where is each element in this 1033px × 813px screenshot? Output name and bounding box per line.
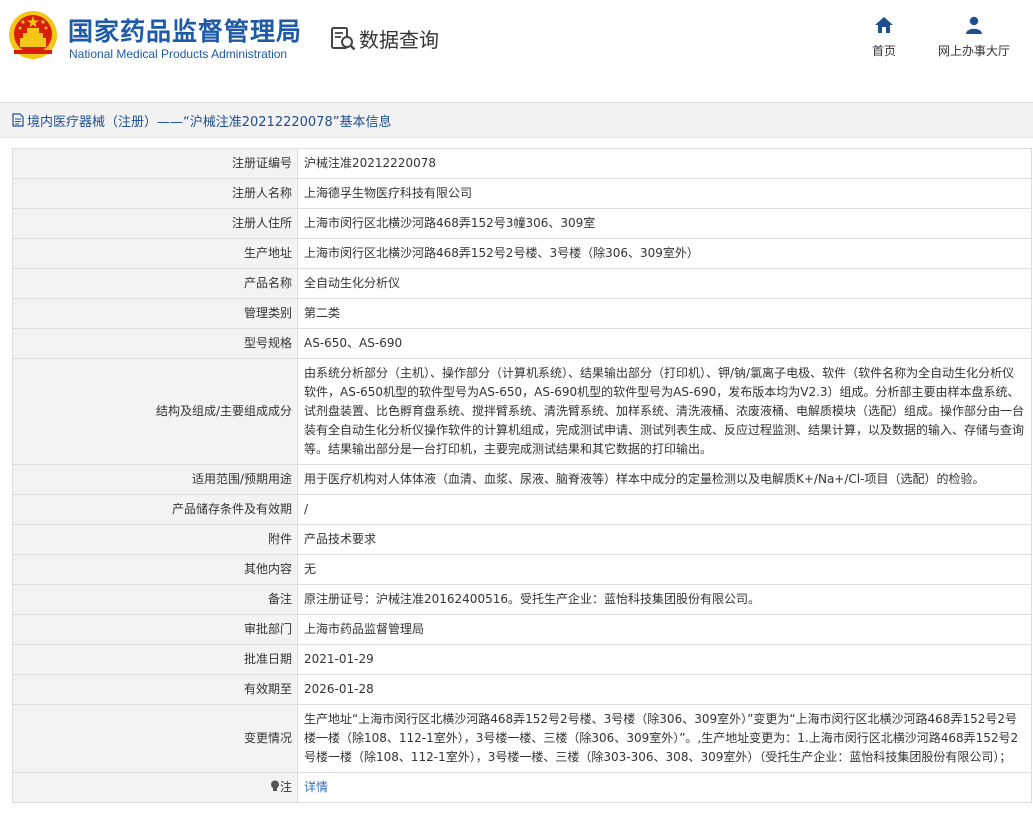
- site-header: 国家药品监督管理局 National Medical Products Admi…: [0, 0, 1033, 92]
- row-label: 产品储存条件及有效期: [12, 494, 298, 525]
- row-value: 2026-01-28: [297, 674, 1032, 705]
- row-value: 原注册证号：沪械注准20162400516。受托生产企业：蓝怡科技集团股份有限公…: [297, 584, 1032, 615]
- table-row: 有效期至 2026-01-28: [12, 674, 1032, 705]
- row-value: /: [297, 494, 1032, 525]
- breadcrumb-bar: 境内医疗器械（注册）——“沪械注准20212220078”基本信息: [0, 102, 1033, 138]
- row-value: 全自动生化分析仪: [297, 268, 1032, 299]
- table-row: 产品名称 全自动生化分析仪: [12, 268, 1032, 299]
- note-row: 注 详情: [12, 772, 1032, 803]
- row-value: 无: [297, 554, 1032, 585]
- row-value: 生产地址“上海市闵行区北横沙河路468弄152号2号楼、3号楼（除306、309…: [297, 704, 1032, 773]
- table-row: 变更情况 生产地址“上海市闵行区北横沙河路468弄152号2号楼、3号楼（除30…: [12, 704, 1032, 773]
- row-value: 产品技术要求: [297, 524, 1032, 555]
- row-value: 上海市药品监督管理局: [297, 614, 1032, 645]
- row-value: 上海德孚生物医疗科技有限公司: [297, 178, 1032, 209]
- data-query-label: 数据查询: [359, 28, 439, 52]
- table-row: 注册人住所 上海市闵行区北横沙河路468弄152号3幢306、309室: [12, 208, 1032, 239]
- table-row: 审批部门 上海市药品监督管理局: [12, 614, 1032, 645]
- row-label: 其他内容: [12, 554, 298, 585]
- national-emblem-icon: [9, 11, 57, 59]
- user-icon: [966, 16, 982, 34]
- agency-name-en[interactable]: National Medical Products Administration: [69, 47, 287, 61]
- table-row: 结构及组成/主要组成成分 由系统分析部分（主机）、操作部分（计算机系统）、结果输…: [12, 358, 1032, 465]
- row-value: AS-650、AS-690: [297, 328, 1032, 359]
- row-label: 备注: [12, 584, 298, 615]
- table-row: 批准日期 2021-01-29: [12, 644, 1032, 675]
- table-row: 产品储存条件及有效期 /: [12, 494, 1032, 525]
- table-row: 备注 原注册证号：沪械注准20162400516。受托生产企业：蓝怡科技集团股份…: [12, 584, 1032, 615]
- table-row: 生产地址 上海市闵行区北横沙河路468弄152号2号楼、3号楼（除306、309…: [12, 238, 1032, 269]
- table-row: 注册人名称 上海德孚生物医疗科技有限公司: [12, 178, 1032, 209]
- nav-home-label[interactable]: 首页: [872, 42, 896, 59]
- row-label: 变更情况: [12, 704, 298, 773]
- note-value-cell: 详情: [297, 772, 1032, 803]
- table-row: 型号规格 AS-650、AS-690: [12, 328, 1032, 359]
- bulb-icon: [270, 780, 279, 791]
- nav-home-button[interactable]: 首页: [872, 16, 896, 59]
- table-row: 适用范围/预期用途 用于医疗机构对人体体液（血清、血浆、尿液、脑脊液等）样本中成…: [12, 464, 1032, 495]
- row-label: 有效期至: [12, 674, 298, 705]
- row-value: 用于医疗机构对人体体液（血清、血浆、尿液、脑脊液等）样本中成分的定量检测以及电解…: [297, 464, 1032, 495]
- row-value: 上海市闵行区北横沙河路468弄152号2号楼、3号楼（除306、309室外）: [297, 238, 1032, 269]
- row-value: 上海市闵行区北横沙河路468弄152号3幢306、309室: [297, 208, 1032, 239]
- data-query-title: 数据查询: [330, 24, 439, 53]
- agency-name-cn[interactable]: 国家药品监督管理局: [68, 12, 302, 48]
- home-icon: [875, 17, 893, 33]
- row-value: 第二类: [297, 298, 1032, 329]
- row-label: 管理类别: [12, 298, 298, 329]
- note-label: 注: [279, 780, 292, 794]
- row-label: 产品名称: [12, 268, 298, 299]
- nav-online-service-button[interactable]: 网上办事大厅: [938, 16, 1010, 59]
- document-icon: [12, 113, 24, 127]
- detail-link[interactable]: 详情: [304, 780, 328, 794]
- row-label: 注册人住所: [12, 208, 298, 239]
- table-row: 其他内容 无: [12, 554, 1032, 585]
- row-label: 适用范围/预期用途: [12, 464, 298, 495]
- table-row: 注册证编号 沪械注准20212220078: [12, 148, 1032, 179]
- nav-online-service-label[interactable]: 网上办事大厅: [938, 42, 1010, 59]
- table-row: 管理类别 第二类: [12, 298, 1032, 329]
- row-value: 2021-01-29: [297, 644, 1032, 675]
- row-label: 批准日期: [12, 644, 298, 675]
- table-row: 附件 产品技术要求: [12, 524, 1032, 555]
- breadcrumb: 境内医疗器械（注册）——“沪械注准20212220078”基本信息: [27, 114, 392, 130]
- row-value: 由系统分析部分（主机）、操作部分（计算机系统）、结果输出部分（打印机）、钾/钠/…: [297, 358, 1032, 465]
- row-label: 型号规格: [12, 328, 298, 359]
- row-label: 生产地址: [12, 238, 298, 269]
- row-label: 注册证编号: [12, 148, 298, 179]
- row-label: 结构及组成/主要组成成分: [12, 358, 298, 465]
- data-query-icon: [331, 26, 356, 50]
- row-value: 沪械注准20212220078: [297, 148, 1032, 179]
- registration-info-table: 注册证编号 沪械注准20212220078 注册人名称 上海德孚生物医疗科技有限…: [12, 148, 1032, 803]
- note-label-cell: 注: [12, 772, 298, 803]
- row-label: 注册人名称: [12, 178, 298, 209]
- row-label: 附件: [12, 524, 298, 555]
- row-label: 审批部门: [12, 614, 298, 645]
